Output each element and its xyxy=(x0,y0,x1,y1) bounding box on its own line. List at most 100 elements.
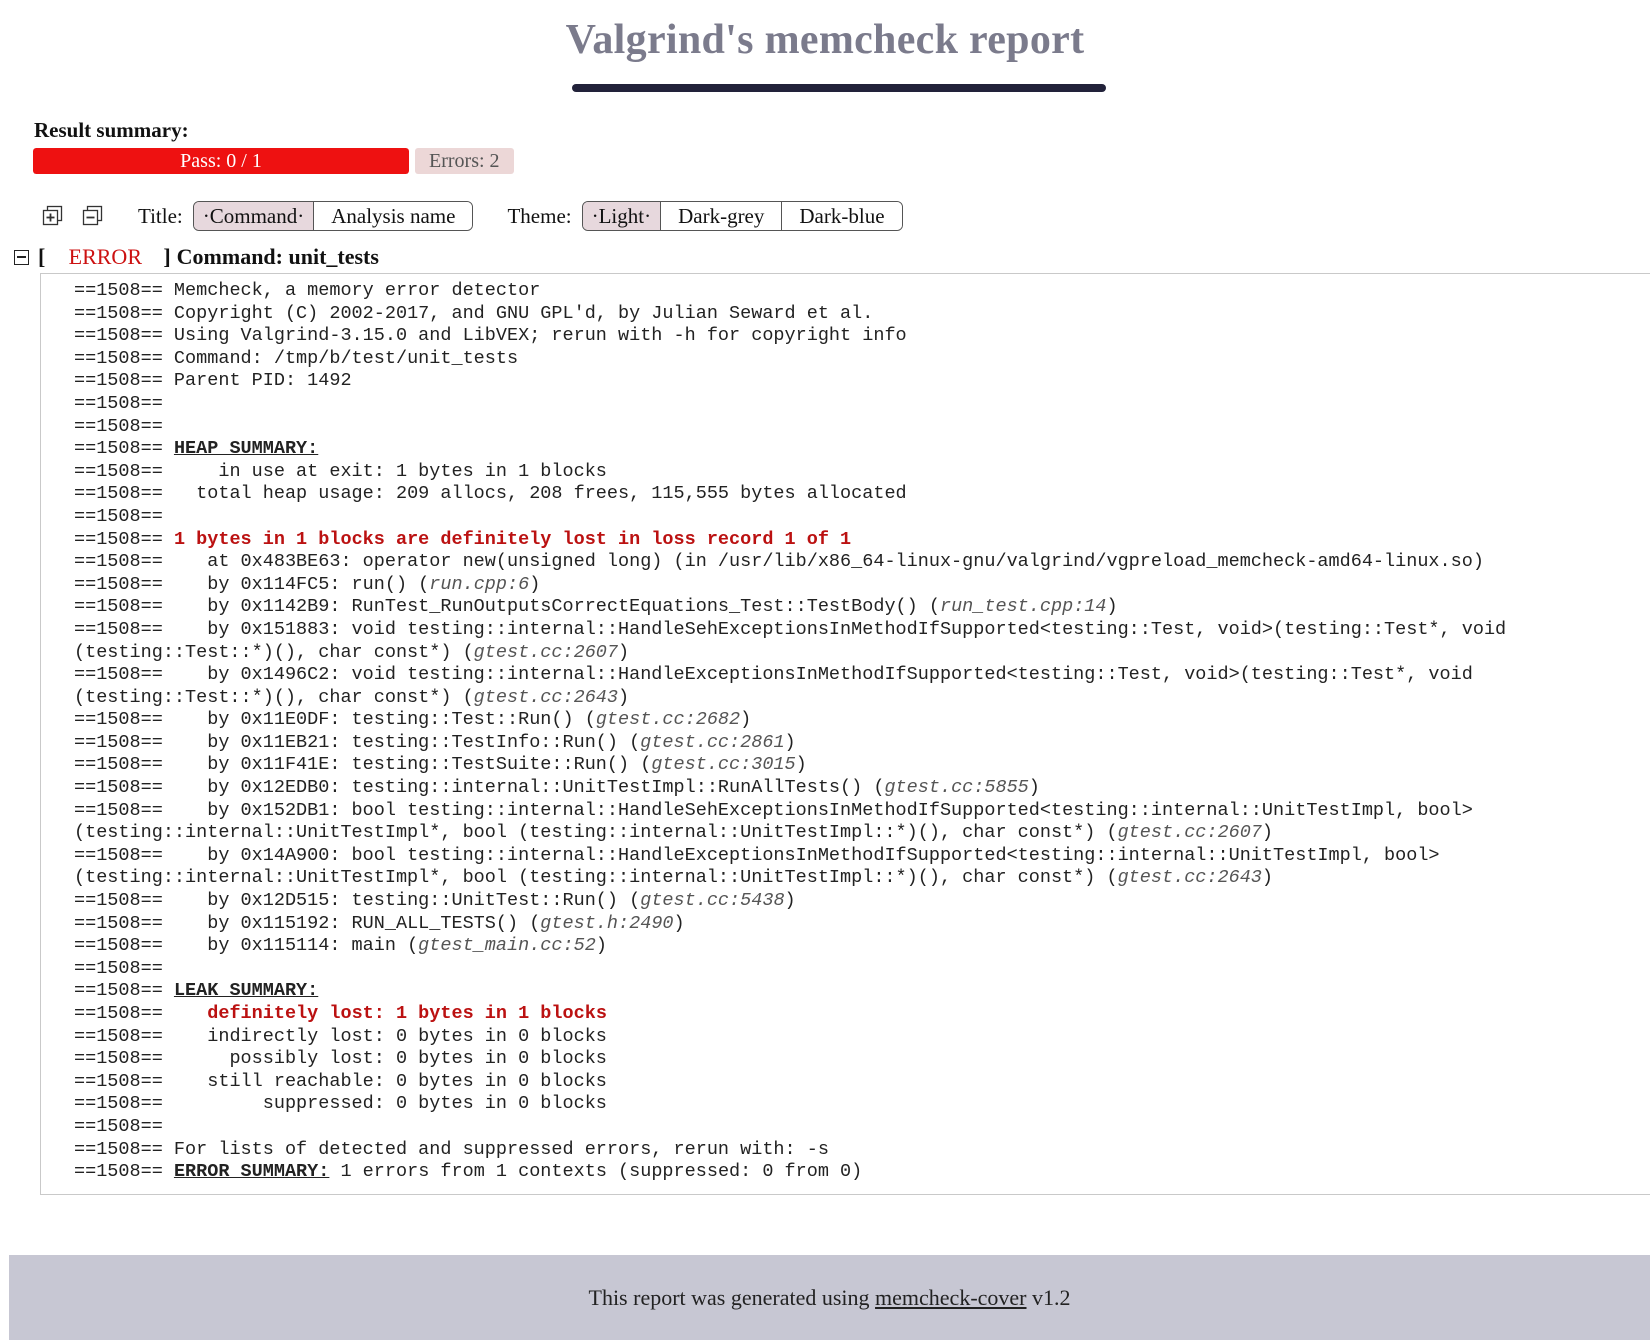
theme-selector-label: Theme: xyxy=(507,203,572,228)
log-line: ==1508== 1 bytes in 1 blocks are definit… xyxy=(74,529,1650,552)
section-heading: Command: unit_tests xyxy=(176,244,379,269)
log-text: by 0x115192: RUN_ALL_TESTS() ( xyxy=(162,912,541,934)
page-title: Valgrind's memcheck report xyxy=(565,17,1085,63)
expand-all-icon[interactable] xyxy=(42,205,64,227)
log-text: by 0x12EDB0: testing::internal::UnitTest… xyxy=(162,777,885,799)
log-pid-prefix: ==1508== xyxy=(74,551,163,573)
log-text: ) xyxy=(1261,822,1274,844)
log-error-text: definitely lost: 1 bytes in 1 blocks xyxy=(207,1003,607,1024)
log-section-header: ERROR SUMMARY: xyxy=(173,1161,330,1183)
log-line: ==1508== by 0x12D515: testing::UnitTest:… xyxy=(74,890,1650,913)
theme-option-dark-grey[interactable]: Dark-grey xyxy=(661,202,783,230)
log-pid-prefix: ==1508== xyxy=(74,890,163,912)
log-pid-prefix: ==1508== xyxy=(74,325,163,347)
log-pid-prefix: ==1508== xyxy=(74,957,163,979)
log-line: ==1508== xyxy=(74,393,1650,416)
collapse-section-icon[interactable] xyxy=(14,249,29,265)
log-line: ==1508== by 0x115192: RUN_ALL_TESTS() (g… xyxy=(74,913,1650,936)
log-line: ==1508== Command: /tmp/b/test/unit_tests xyxy=(74,348,1650,371)
log-pid-prefix: ==1508== xyxy=(74,754,163,776)
log-text: ) xyxy=(1028,777,1040,799)
log-pid-prefix: ==1508== xyxy=(74,505,163,527)
footer: This report was generated using memcheck… xyxy=(9,1255,1650,1340)
log-pid-prefix: ==1508== xyxy=(74,1138,163,1160)
log-source-location: gtest.cc:2643 xyxy=(473,686,618,708)
log-line: ==1508== definitely lost: 1 bytes in 1 b… xyxy=(74,1003,1650,1026)
log-pid-prefix: ==1508== xyxy=(74,1048,163,1070)
log-pid-prefix: ==1508== xyxy=(74,1093,163,1115)
memcheck-log: ==1508== Memcheck, a memory error detect… xyxy=(41,274,1650,1184)
log-text: suppressed: 0 bytes in 0 blocks xyxy=(162,1093,607,1115)
title-underline xyxy=(572,84,1106,92)
log-text: ) xyxy=(1106,596,1118,618)
status-bracket-open: [ xyxy=(38,244,46,269)
log-line: ==1508== xyxy=(74,416,1650,439)
log-text: ) xyxy=(595,935,607,957)
status-badge: ERROR xyxy=(68,244,142,269)
log-source-location: gtest.cc:5855 xyxy=(884,777,1029,799)
log-text: Command: /tmp/b/test/unit_tests xyxy=(162,347,519,369)
log-pid-prefix: ==1508== xyxy=(74,935,163,957)
log-pid-prefix: ==1508== xyxy=(74,280,163,301)
log-text: ) xyxy=(618,641,630,663)
log-source-location: gtest.cc:2643 xyxy=(1117,867,1262,889)
log-text: still reachable: 0 bytes in 0 blocks xyxy=(162,1070,607,1092)
log-text: by 0x151883: void testing::internal::Han… xyxy=(74,618,1518,663)
log-line: ==1508== by 0x151883: void testing::inte… xyxy=(74,619,1650,664)
log-text: ) xyxy=(740,709,752,731)
log-line: ==1508== possibly lost: 0 bytes in 0 blo… xyxy=(74,1048,1650,1071)
log-line: ==1508== ERROR SUMMARY: 1 errors from 1 … xyxy=(74,1161,1650,1184)
log-text: by 0x12D515: testing::UnitTest::Run() ( xyxy=(162,890,641,912)
log-pid-prefix: ==1508== xyxy=(74,483,163,505)
status-bracket-close: ] xyxy=(163,244,171,269)
log-text: ) xyxy=(618,686,630,708)
log-section-header: LEAK SUMMARY: xyxy=(173,980,319,1002)
log-pid-prefix: ==1508== xyxy=(74,302,163,324)
log-text: by 0x11E0DF: testing::Test::Run() ( xyxy=(162,709,596,731)
log-line: ==1508== Parent PID: 1492 xyxy=(74,370,1650,393)
log-pid-prefix: ==1508== xyxy=(74,618,163,640)
log-text: by 0x114FC5: run() ( xyxy=(162,573,430,595)
collapse-all-icon[interactable] xyxy=(82,205,104,227)
log-source-location: run_test.cpp:14 xyxy=(939,596,1107,618)
report-toolbar: Title: ·Command· Analysis name Theme: ·L… xyxy=(42,200,903,232)
title-option-command[interactable]: ·Command· xyxy=(193,202,315,230)
log-section-header: HEAP SUMMARY: xyxy=(173,438,319,460)
theme-option-light[interactable]: ·Light· xyxy=(582,202,662,230)
log-pid-prefix: ==1508== xyxy=(74,528,163,550)
pass-progress-bar: Pass: 0 / 1 xyxy=(33,148,409,174)
log-text: possibly lost: 0 bytes in 0 blocks xyxy=(162,1048,607,1070)
log-text: by 0x1496C2: void testing::internal::Han… xyxy=(74,664,1484,708)
log-text: 1 errors from 1 contexts (suppressed: 0 … xyxy=(329,1161,863,1183)
log-pid-prefix: ==1508== xyxy=(74,1161,163,1183)
errors-count-badge: Errors: 2 xyxy=(415,148,514,174)
log-line: ==1508== still reachable: 0 bytes in 0 b… xyxy=(74,1071,1650,1094)
log-text: by 0x1142B9: RunTest_RunOutputsCorrectEq… xyxy=(162,596,940,618)
log-line: ==1508== Copyright (C) 2002-2017, and GN… xyxy=(74,303,1650,326)
log-line: ==1508== total heap usage: 209 allocs, 2… xyxy=(74,483,1650,506)
log-text: Using Valgrind-3.15.0 and LibVEX; rerun … xyxy=(162,325,907,347)
log-error-text: 1 bytes in 1 blocks are definitely lost … xyxy=(173,528,852,550)
footer-text: This report was generated using xyxy=(588,1285,876,1310)
memcheck-output-panel: ==1508== Memcheck, a memory error detect… xyxy=(40,273,1650,1195)
log-line: ==1508== xyxy=(74,1116,1650,1139)
theme-option-dark-blue[interactable]: Dark-blue xyxy=(782,202,902,230)
log-text: For lists of detected and suppressed err… xyxy=(162,1138,829,1160)
log-pid-prefix: ==1508== xyxy=(74,1025,163,1047)
title-option-analysis-name[interactable]: Analysis name xyxy=(314,202,473,230)
log-text: in use at exit: 1 bytes in 1 blocks xyxy=(162,460,607,482)
memcheck-cover-link[interactable]: memcheck-cover xyxy=(875,1285,1026,1310)
log-text: by 0x11F41E: testing::TestSuite::Run() ( xyxy=(162,754,652,776)
log-pid-prefix: ==1508== xyxy=(74,799,163,821)
log-pid-prefix: ==1508== xyxy=(74,392,163,414)
log-line: ==1508== by 0x14A900: bool testing::inte… xyxy=(74,845,1650,890)
log-pid-prefix: ==1508== xyxy=(74,664,163,686)
log-source-location: gtest_main.cc:52 xyxy=(418,935,596,957)
log-line: ==1508== by 0x1142B9: RunTest_RunOutputs… xyxy=(74,596,1650,619)
log-pid-prefix: ==1508== xyxy=(74,370,163,392)
log-pid-prefix: ==1508== xyxy=(74,777,163,799)
log-text: ) xyxy=(673,912,685,934)
log-pid-prefix: ==1508== xyxy=(74,460,163,482)
